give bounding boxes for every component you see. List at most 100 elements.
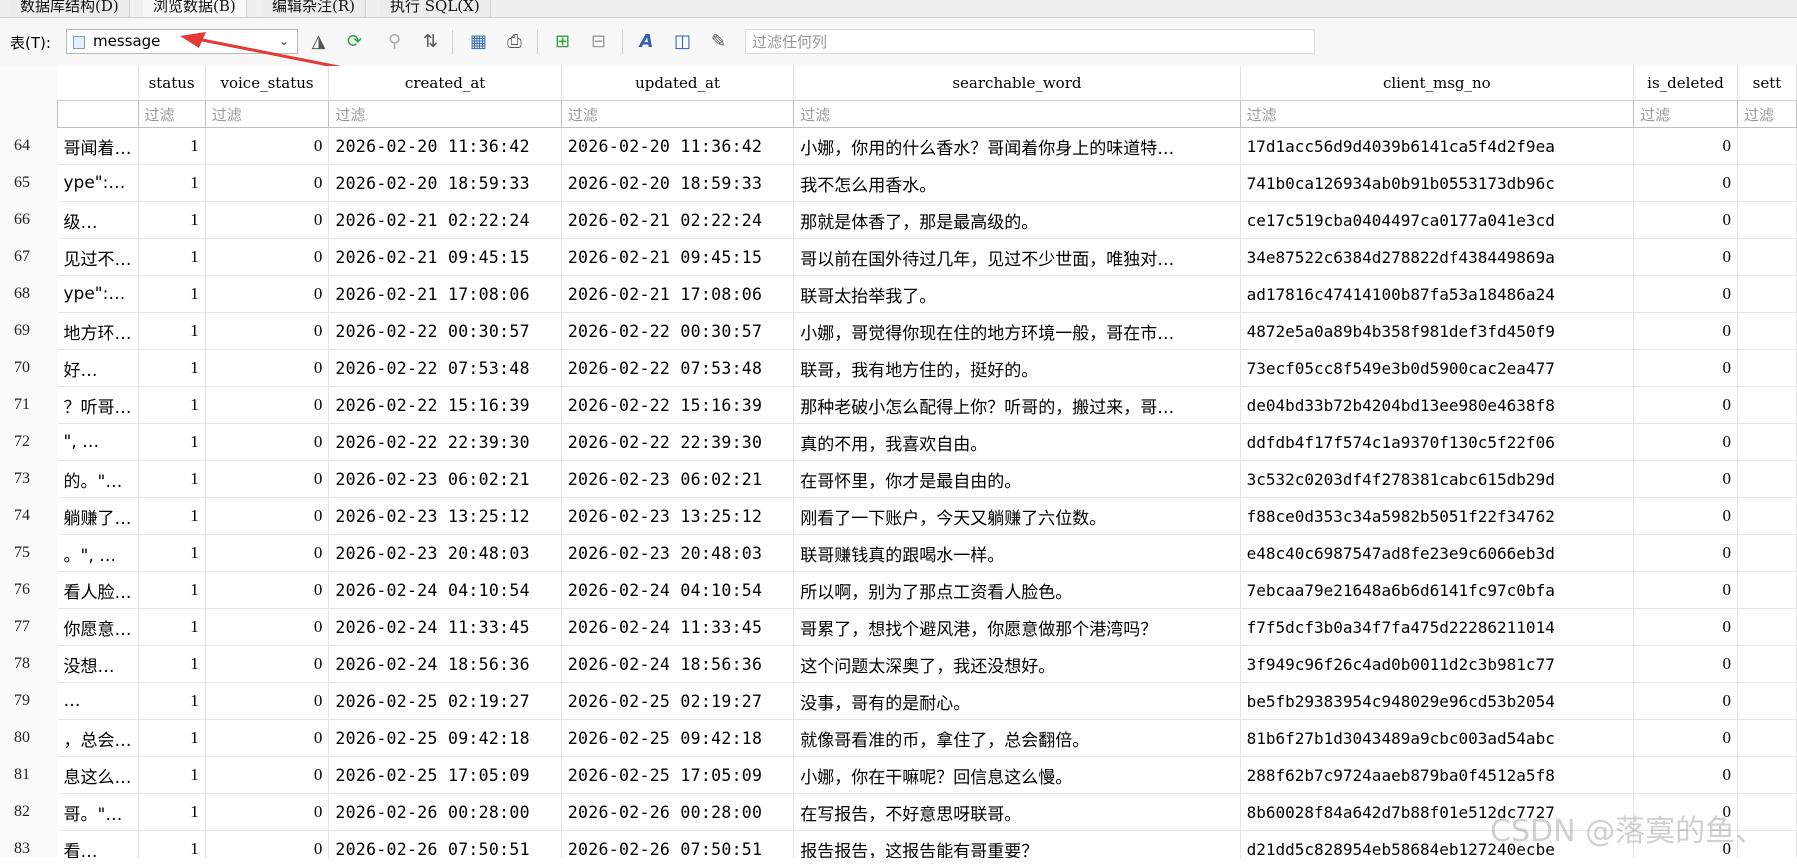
cell-client-msg-no[interactable]: ad17816c47414100b87fa53a18486a24 [1240,275,1635,313]
cell-created-at[interactable]: 2026-02-21 17:08:06 [328,275,562,313]
cell-message-preview[interactable]: 见过不… [57,238,139,276]
cell-updated-at[interactable]: 2026-02-26 00:28:00 [561,793,795,831]
cell-is-deleted[interactable]: 0 [1633,127,1738,165]
cell-updated-at[interactable]: 2026-02-22 22:39:30 [561,423,795,461]
cell-created-at[interactable]: 2026-02-23 06:02:21 [328,460,562,498]
cell-message-preview[interactable]: ype":… [57,164,139,202]
cell-message-preview[interactable]: 看… [57,830,139,858]
cell-searchable-word[interactable]: 报告报告，这报告能有哥重要？ [793,830,1241,858]
cell-created-at[interactable]: 2026-02-23 13:25:12 [328,497,562,535]
cell-voice-status[interactable]: 0 [205,608,330,646]
cell-updated-at[interactable]: 2026-02-22 07:53:48 [561,349,795,387]
cell-created-at[interactable]: 2026-02-20 18:59:33 [328,164,562,202]
row-number[interactable]: 75 [0,534,52,571]
cell-status[interactable]: 1 [138,423,206,461]
column-header-status[interactable]: status [138,66,206,101]
save-table-icon[interactable]: ▦ [466,29,491,54]
cell-updated-at[interactable]: 2026-02-25 02:19:27 [561,682,795,720]
cell-status[interactable]: 1 [138,682,206,720]
row-number[interactable]: 64 [0,127,52,164]
cell-created-at[interactable]: 2026-02-25 17:05:09 [328,756,562,794]
cell-status[interactable]: 1 [138,312,206,350]
cell-created-at[interactable]: 2026-02-24 04:10:54 [328,571,562,609]
table-row[interactable]: 没想… 1 0 2026-02-24 18:56:36 2026-02-24 18:56… [57,645,1797,683]
cell-is-deleted[interactable]: 0 [1633,645,1738,683]
cell-searchable-word[interactable]: 小娜，哥觉得你现在住的地方环境一般，哥在市… [793,312,1241,350]
cell-client-msg-no[interactable]: 34e87522c6384d278822df438449869a [1240,238,1635,276]
column-filter-input[interactable] [57,100,139,128]
cell-client-msg-no[interactable]: 288f62b7c9724aaeb879ba0f4512a5f8 [1240,756,1635,794]
cell-is-deleted[interactable]: 0 [1633,275,1738,313]
cell-created-at[interactable]: 2026-02-24 18:56:36 [328,645,562,683]
row-number[interactable]: 73 [0,460,52,497]
column-filter-input[interactable]: 过滤 [1736,100,1797,128]
cell-updated-at[interactable]: 2026-02-23 06:02:21 [561,460,795,498]
cell-sett[interactable] [1737,423,1797,461]
cell-sett[interactable] [1737,312,1797,350]
cell-voice-status[interactable]: 0 [205,830,330,858]
cell-message-preview[interactable]: 哥闻着… [57,127,139,165]
row-number[interactable]: 72 [0,423,52,460]
row-number[interactable]: 71 [0,386,52,423]
table-row[interactable]: 见过不… 1 0 2026-02-21 09:45:15 2026-02-21 09:4… [57,238,1797,276]
row-number[interactable]: 79 [0,682,52,719]
replace-icon[interactable]: ✎ [706,29,731,54]
row-number[interactable]: 67 [0,238,52,275]
cell-created-at[interactable]: 2026-02-21 02:22:24 [328,201,562,239]
cell-client-msg-no[interactable]: f7f5dcf3b0a34f7fa475d22286211014 [1240,608,1635,646]
cell-voice-status[interactable]: 0 [205,423,330,461]
cell-is-deleted[interactable]: 0 [1633,312,1738,350]
cell-message-preview[interactable]: … [57,682,139,720]
cell-sett[interactable] [1737,275,1797,313]
cell-voice-status[interactable]: 0 [205,571,330,609]
cell-voice-status[interactable]: 0 [205,127,330,165]
clear-filters-icon[interactable]: ⚲ [382,29,407,54]
row-number[interactable]: 78 [0,645,52,682]
row-number[interactable]: 74 [0,497,52,534]
delete-record-icon[interactable]: ⊟ [586,29,611,54]
row-number[interactable]: 76 [0,571,52,608]
cell-voice-status[interactable]: 0 [205,349,330,387]
row-number[interactable]: 70 [0,349,52,386]
table-row[interactable]: ype":… 1 0 2026-02-21 17:08:06 2026-02-21 17… [57,275,1797,313]
cell-client-msg-no[interactable]: be5fb29383954c948029e96cd53b2054 [1240,682,1635,720]
cell-client-msg-no[interactable]: de04bd33b72b4204bd13ee980e4638f8 [1240,386,1635,424]
table-row[interactable]: ？听哥… 1 0 2026-02-22 15:16:39 2026-02-22 15:1… [57,386,1797,424]
table-row[interactable]: ", … 1 0 2026-02-22 22:39:30 2026-02-22 22:3… [57,423,1797,461]
table-row[interactable]: 你愿意… 1 0 2026-02-24 11:33:45 2026-02-24 11:3… [57,608,1797,646]
cell-updated-at[interactable]: 2026-02-20 11:36:42 [561,127,795,165]
cell-is-deleted[interactable]: 0 [1633,164,1738,202]
cell-searchable-word[interactable]: 小娜，你用的什么香水？哥闻着你身上的味道特… [793,127,1241,165]
row-number[interactable]: 83 [0,830,52,867]
cell-searchable-word[interactable]: 我不怎么用香水。 [793,164,1241,202]
cell-sett[interactable] [1737,756,1797,794]
cell-updated-at[interactable]: 2026-02-23 20:48:03 [561,534,795,572]
cell-voice-status[interactable]: 0 [205,719,330,757]
cell-client-msg-no[interactable]: ce17c519cba0404497ca0177a041e3cd [1240,201,1635,239]
column-filter-input[interactable]: 过滤 [204,100,330,128]
cell-sett[interactable] [1737,682,1797,720]
cell-status[interactable]: 1 [138,460,206,498]
table-row[interactable]: 级… 1 0 2026-02-21 02:22:24 2026-02-21 02:22:… [57,201,1797,239]
cell-updated-at[interactable]: 2026-02-22 15:16:39 [561,386,795,424]
cell-sett[interactable] [1737,645,1797,683]
column-header-is-deleted[interactable]: is_deleted [1633,66,1738,101]
cell-searchable-word[interactable]: 在写报告，不好意思呀联哥。 [793,793,1241,831]
cell-status[interactable]: 1 [138,127,206,165]
column-header-searchable-word[interactable]: searchable_word [793,66,1241,101]
cell-voice-status[interactable]: 0 [205,238,330,276]
cell-searchable-word[interactable]: 没事，哥有的是耐心。 [793,682,1241,720]
cell-message-preview[interactable]: 。", … [57,534,139,572]
find-icon[interactable]: ◫ [670,29,695,54]
row-number[interactable]: 81 [0,756,52,793]
cell-client-msg-no[interactable]: e48c40c6987547ad8fe23e9c6066eb3d [1240,534,1635,572]
column-filter-input[interactable]: 过滤 [1633,100,1738,128]
cell-searchable-word[interactable]: 这个问题太深奥了，我还没想好。 [793,645,1241,683]
tab-execute-sql[interactable]: 执行 SQL(X) [380,0,491,17]
column-filter-input[interactable]: 过滤 [1239,100,1635,128]
cell-searchable-word[interactable]: 联哥，我有地方住的，挺好的。 [793,349,1241,387]
cell-updated-at[interactable]: 2026-02-25 17:05:09 [561,756,795,794]
cell-searchable-word[interactable]: 所以啊，别为了那点工资看人脸色。 [793,571,1241,609]
cell-is-deleted[interactable]: 0 [1633,201,1738,239]
cell-status[interactable]: 1 [138,534,206,572]
